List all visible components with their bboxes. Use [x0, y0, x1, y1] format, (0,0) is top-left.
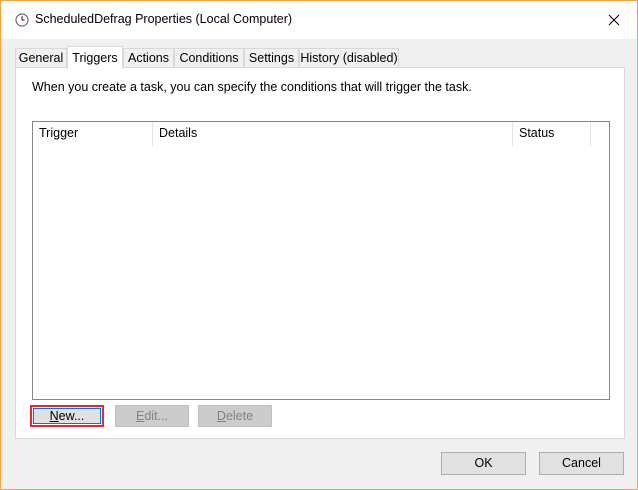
triggers-list[interactable]: Trigger Details Status — [32, 121, 610, 400]
column-header-status[interactable]: Status — [513, 122, 591, 146]
new-mnemonic: N — [49, 409, 59, 423]
edit-label: dit... — [144, 409, 168, 423]
close-button[interactable] — [599, 7, 629, 33]
clock-icon — [15, 13, 29, 27]
close-icon — [608, 14, 620, 26]
column-header-details[interactable]: Details — [153, 122, 513, 146]
instruction-text: When you create a task, you can specify … — [32, 80, 472, 94]
tab-general[interactable]: General — [15, 48, 67, 67]
tab-settings[interactable]: Settings — [244, 48, 299, 67]
tab-actions[interactable]: Actions — [123, 48, 174, 67]
window-title: ScheduledDefrag Properties (Local Comput… — [35, 12, 293, 26]
ok-button[interactable]: OK — [441, 452, 526, 475]
delete-label: elete — [225, 409, 254, 423]
tab-history[interactable]: History (disabled) — [299, 48, 399, 67]
tab-conditions[interactable]: Conditions — [174, 48, 244, 67]
title-bar[interactable]: ScheduledDefrag Properties (Local Comput… — [1, 1, 637, 39]
new-label: ew... — [58, 409, 85, 423]
edit-trigger-button[interactable]: Edit... — [115, 405, 189, 427]
delete-trigger-button[interactable]: Delete — [198, 405, 272, 427]
delete-mnemonic: D — [216, 409, 226, 423]
triggers-panel: When you create a task, you can specify … — [15, 67, 625, 439]
tab-triggers[interactable]: Triggers — [67, 46, 123, 69]
new-trigger-button[interactable]: New... — [30, 405, 104, 427]
cancel-button[interactable]: Cancel — [539, 452, 624, 475]
column-header-trigger[interactable]: Trigger — [33, 122, 153, 146]
properties-dialog: ScheduledDefrag Properties (Local Comput… — [0, 0, 638, 490]
